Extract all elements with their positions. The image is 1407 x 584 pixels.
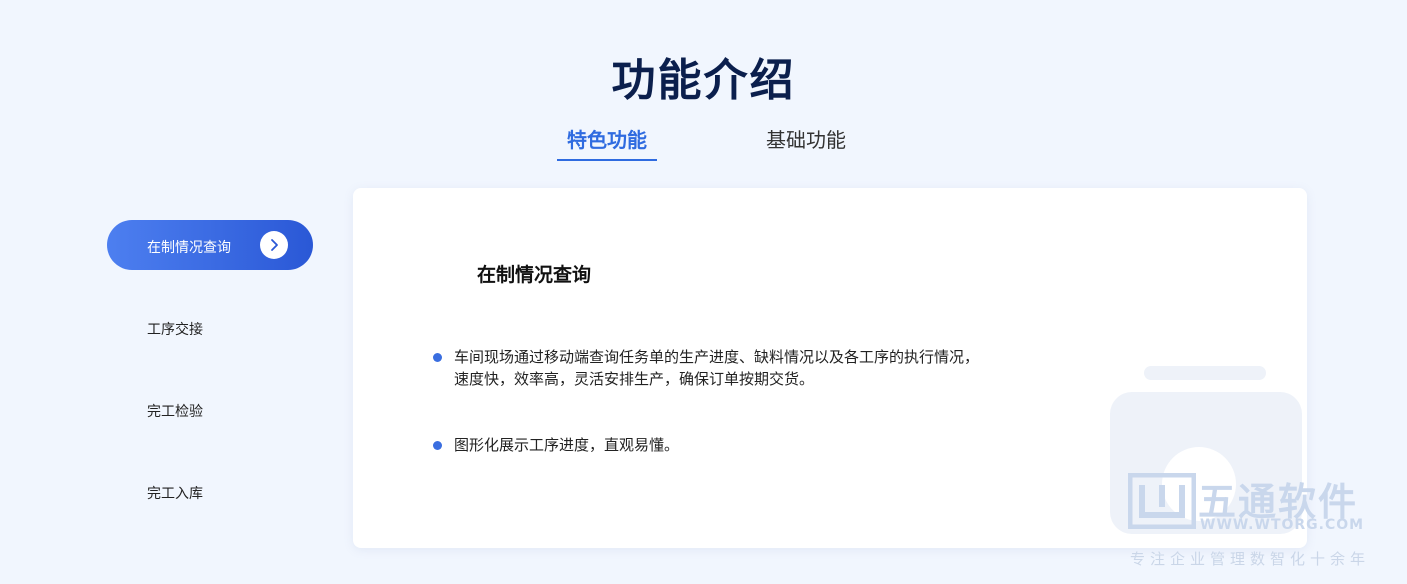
side-item-completion-warehousing[interactable]: 完工入库	[107, 466, 313, 516]
side-item-label: 在制情况查询	[147, 240, 231, 256]
list-item-text: 图形化展示工序进度，直观易懂。	[454, 436, 680, 454]
side-item-label: 工序交接	[147, 322, 203, 338]
tab-basic[interactable]: 基础功能	[756, 124, 856, 159]
bullet-dot-icon	[433, 441, 442, 450]
watermark-slogan: 专注企业管理数智化十余年	[1130, 550, 1371, 568]
side-item-process-handover[interactable]: 工序交接	[107, 302, 313, 352]
chevron-right-icon[interactable]	[260, 231, 288, 259]
list-item: 图形化展示工序进度，直观易懂。	[433, 434, 993, 456]
brand-logo-icon	[1128, 473, 1196, 529]
tab-featured[interactable]: 特色功能	[557, 124, 657, 161]
side-item-completion-inspection[interactable]: 完工检验	[107, 384, 313, 434]
list-item-text: 车间现场通过移动端查询任务单的生产进度、缺料情况以及各工序的执行情况， 速度快，…	[454, 348, 980, 388]
side-item-label: 完工检验	[147, 404, 203, 420]
feature-tabs: 特色功能 基础功能	[0, 124, 1407, 164]
list-item: 车间现场通过移动端查询任务单的生产进度、缺料情况以及各工序的执行情况， 速度快，…	[433, 346, 993, 390]
phone-bar-shape	[1144, 366, 1266, 380]
page-title: 功能介绍	[611, 55, 796, 106]
brand-watermark: 五通软件 WWW.WTORG.COM 专注企业管理数智化十余年	[1110, 365, 1407, 584]
bullet-dot-icon	[433, 353, 442, 362]
watermark-url: WWW.WTORG.COM	[1200, 517, 1365, 533]
side-item-label: 完工入库	[147, 486, 203, 502]
side-item-wip-query[interactable]: 在制情况查询	[107, 220, 313, 270]
content-title: 在制情况查询	[477, 264, 592, 286]
